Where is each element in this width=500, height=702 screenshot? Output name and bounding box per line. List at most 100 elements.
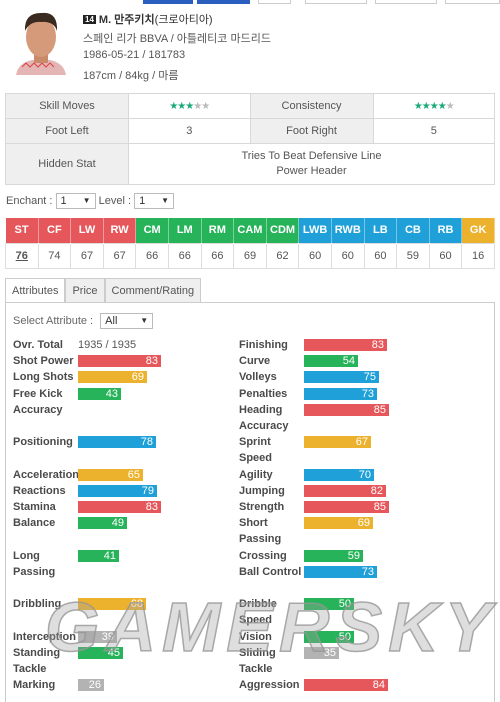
- attribute-row: Volleys 75: [239, 369, 439, 385]
- attribute-row: Dribble Speed 50: [239, 596, 439, 626]
- player-name-line: 14 M. 만주키치(크로아티아): [83, 11, 213, 27]
- league-team: 스페인 리가 BBVA / 아틀레티코 마드리드: [83, 33, 271, 45]
- position-header-rb: RB: [429, 218, 463, 243]
- dropdown-arrow-icon: ▼: [82, 196, 91, 205]
- attribute-label: Agility: [239, 468, 273, 481]
- foot-right-value: 5: [372, 118, 495, 144]
- attribute-row: Shot Power 83: [13, 353, 213, 369]
- position-rating-lb: 60: [363, 242, 398, 269]
- enchant-label: Enchant :: [6, 194, 53, 207]
- attribute-label: Volleys: [239, 371, 277, 384]
- attribute-row: Balance 49: [13, 515, 213, 531]
- position-header-lm: LM: [168, 218, 202, 243]
- position-rating-cm: 66: [135, 242, 169, 269]
- top-button-3[interactable]: [258, 0, 291, 4]
- attribute-bar: 54: [304, 355, 358, 368]
- info-table: Skill Moves ★★★★★ Consistency ★★★★★ Foot…: [5, 93, 495, 185]
- attribute-row: Free Kick Accuracy 43: [13, 386, 213, 416]
- attribute-label: Interception: [13, 630, 76, 643]
- attribute-bar: 45: [78, 646, 123, 659]
- skill-moves-label: Skill Moves: [5, 93, 129, 119]
- position-rating-st[interactable]: 76: [5, 242, 39, 269]
- birth-id: 1986-05-21 / 181783: [83, 49, 186, 61]
- attribute-bar: 75: [304, 371, 379, 384]
- attribute-label: Stamina: [13, 501, 56, 513]
- position-header-cm: CM: [135, 218, 169, 243]
- attribute-row: Long Passing 41: [13, 548, 213, 578]
- attribute-row: Positioning 78: [13, 434, 213, 450]
- attribute-bar: 50: [304, 598, 354, 611]
- position-rating-gk: 16: [461, 242, 495, 269]
- level-label: Level :: [98, 194, 132, 207]
- position-rating-rwb: 60: [330, 242, 365, 269]
- attribute-bar: 78: [78, 436, 156, 449]
- position-rating-lwb: 60: [298, 242, 332, 269]
- top-button-5[interactable]: [375, 0, 437, 4]
- attribute-row: Standing Tackle 45: [13, 645, 213, 675]
- attribute-row: Crossing 59: [239, 548, 439, 564]
- attribute-bar: 35: [304, 646, 339, 659]
- top-button-6[interactable]: [445, 0, 500, 4]
- level-select[interactable]: 1 ▼: [134, 193, 175, 209]
- tab-bar: Attributes Price Comment/Rating: [5, 278, 202, 303]
- attribute-row: Acceleration 65: [13, 467, 213, 483]
- attribute-bar: 49: [78, 517, 127, 530]
- hidden-stats: Tries To Beat Defensive Line Power Heade…: [128, 143, 495, 185]
- attribute-label: Free Kick Accuracy: [13, 387, 63, 416]
- attribute-bar: 83: [78, 355, 161, 368]
- attribute-bar: 59: [304, 549, 363, 562]
- position-header-rm: RM: [201, 218, 235, 243]
- position-rating-cb: 59: [396, 242, 430, 269]
- position-header-gk: GK: [461, 218, 495, 243]
- attribute-row: Marking 26: [13, 677, 213, 693]
- player-name: M. 만주키치: [98, 14, 155, 26]
- attribute-bar: 85: [304, 403, 389, 416]
- enchant-value: 1: [60, 195, 67, 207]
- attribute-label: Strength: [239, 501, 285, 513]
- player-photo: [8, 5, 74, 75]
- attribute-row: Vision 50: [239, 629, 439, 645]
- position-header-cdm: CDM: [266, 218, 300, 243]
- tab-comment-rating[interactable]: Comment/Rating: [104, 278, 202, 303]
- attribute-row: Sliding Tackle 35: [239, 645, 439, 675]
- attribute-bar: 70: [304, 468, 374, 481]
- attribute-bar: 82: [304, 484, 386, 497]
- position-header-cf: CF: [38, 218, 72, 243]
- attribute-label: Long Passing: [13, 549, 56, 578]
- position-ratings-table: ST CF LW RW CM LM RM CAM CDM LWB RWB LB CB RB GK 76 74 6…: [5, 218, 495, 269]
- position-header-lw: LW: [70, 218, 104, 243]
- tab-price[interactable]: Price: [65, 278, 105, 303]
- attribute-label: Marking: [13, 679, 56, 692]
- player-nation: (크로아티아): [154, 14, 213, 26]
- consistency-label: Consistency: [249, 93, 374, 119]
- attribute-label: Balance: [13, 517, 56, 530]
- position-rating-cdm: 62: [265, 242, 300, 269]
- attribute-row: Dribbling 68: [13, 596, 213, 612]
- ovr-total-label: Ovr. Total: [13, 339, 63, 351]
- top-button-4[interactable]: [305, 0, 367, 4]
- position-rating-lm: 66: [167, 242, 202, 269]
- attribute-bar: 39: [78, 630, 117, 643]
- attribute-bar: 83: [304, 339, 387, 351]
- attribute-select[interactable]: All ▼: [100, 313, 154, 329]
- position-rating-cam: 69: [233, 242, 267, 269]
- foot-left-label: Foot Left: [5, 118, 129, 144]
- attribute-row: Agility 70: [239, 467, 439, 483]
- attribute-label: Standing Tackle: [13, 646, 61, 675]
- position-header-rwb: RWB: [331, 218, 365, 243]
- attribute-label: Penalties: [239, 387, 288, 400]
- attribute-label: Aggression: [239, 679, 300, 692]
- skill-moves-stars: ★★★★★: [128, 93, 251, 119]
- attribute-label: Ball Control: [239, 565, 302, 578]
- tab-attributes[interactable]: Attributes: [5, 278, 66, 303]
- top-button-2[interactable]: [197, 0, 250, 4]
- top-button-1[interactable]: [143, 0, 193, 4]
- enchant-level-controls: Enchant : 1 ▼ Level : 1 ▼: [6, 193, 175, 209]
- attribute-bar: 84: [304, 679, 388, 692]
- enchant-select[interactable]: 1 ▼: [55, 193, 96, 209]
- hidden-stat: Power Header: [276, 165, 347, 177]
- attribute-label: Heading Accuracy: [239, 403, 289, 432]
- attribute-bar: 43: [78, 387, 121, 400]
- star-empty-icon: ★: [201, 101, 210, 112]
- attribute-bar: 68: [78, 598, 146, 611]
